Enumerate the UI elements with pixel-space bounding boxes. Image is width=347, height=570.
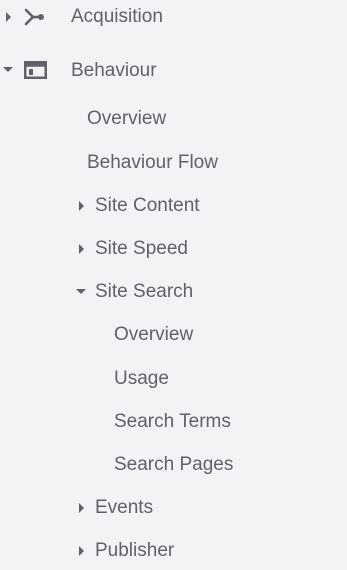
expand-arrow-icon[interactable] bbox=[79, 503, 84, 513]
nav-item-label: Search Pages bbox=[114, 454, 234, 475]
nav-item-events[interactable]: Events bbox=[0, 491, 347, 531]
nav-item-label: Publisher bbox=[95, 540, 175, 561]
nav-item-label: Search Terms bbox=[114, 411, 231, 432]
nav-item-site-speed[interactable]: Site Speed bbox=[0, 232, 347, 272]
nav-item-search-pages[interactable]: Search Pages bbox=[0, 448, 347, 488]
nav-item-behaviour-overview[interactable]: Overview bbox=[0, 102, 347, 142]
nav-item-label: Acquisition bbox=[71, 6, 163, 27]
nav-item-site-search-overview[interactable]: Overview bbox=[0, 318, 347, 358]
nav-item-acquisition[interactable]: Acquisition bbox=[0, 0, 347, 40]
expand-arrow-icon[interactable] bbox=[6, 12, 11, 22]
nav-item-behaviour[interactable]: Behaviour bbox=[0, 54, 347, 94]
nav-item-label: Site Search bbox=[95, 281, 194, 302]
nav-item-site-content[interactable]: Site Content bbox=[0, 189, 347, 229]
nav-item-publisher[interactable]: Publisher bbox=[0, 534, 347, 570]
expand-arrow-icon[interactable] bbox=[79, 244, 84, 254]
nav-item-label: Behaviour bbox=[71, 60, 157, 81]
nav-item-label: Usage bbox=[114, 368, 169, 389]
nav-item-behaviour-flow[interactable]: Behaviour Flow bbox=[0, 146, 347, 186]
nav-item-label: Overview bbox=[114, 324, 194, 345]
behaviour-nav-panel: Acquisition Behaviour Overview Behaviour… bbox=[0, 0, 347, 570]
nav-item-label: Events bbox=[95, 497, 154, 518]
nav-item-label: Site Speed bbox=[95, 238, 188, 259]
behaviour-icon bbox=[24, 61, 47, 79]
nav-item-site-search[interactable]: Site Search bbox=[0, 275, 347, 315]
collapse-arrow-icon[interactable] bbox=[3, 67, 13, 72]
acquisition-icon bbox=[24, 8, 44, 26]
nav-item-label: Site Content bbox=[95, 195, 200, 216]
expand-arrow-icon[interactable] bbox=[79, 201, 84, 211]
nav-item-site-search-usage[interactable]: Usage bbox=[0, 362, 347, 402]
nav-item-label: Overview bbox=[87, 108, 167, 129]
collapse-arrow-icon[interactable] bbox=[76, 289, 86, 294]
expand-arrow-icon[interactable] bbox=[79, 546, 84, 556]
nav-item-label: Behaviour Flow bbox=[87, 152, 218, 173]
nav-item-search-terms[interactable]: Search Terms bbox=[0, 405, 347, 445]
